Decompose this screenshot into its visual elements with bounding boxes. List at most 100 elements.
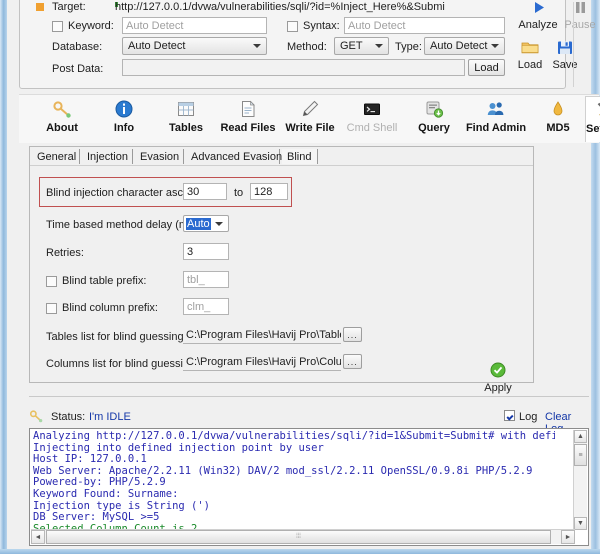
toolbar-item-query[interactable]: Query	[403, 96, 465, 142]
status-divider	[29, 396, 589, 397]
load-button[interactable]: Load	[512, 40, 548, 71]
log-horizontal-scrollbar[interactable]: ◄ ⦙⦙⦙ ►	[31, 529, 575, 544]
method-select[interactable]: GET	[334, 37, 389, 55]
table-prefix-input[interactable]: tbl_	[183, 271, 229, 288]
log-panel: Analyzing http://127.0.0.1/dvwa/vulnerab…	[29, 428, 589, 546]
green-check-icon	[490, 369, 506, 381]
chevron-down-icon	[375, 44, 383, 48]
toolbar-item-write-file[interactable]: Write File	[279, 96, 341, 142]
log-line: DB Server: MySQL >=5	[33, 511, 159, 523]
post-data-input[interactable]	[122, 59, 465, 76]
columns-list-input[interactable]: C:\Program Files\Havij Pro\Columns.t	[183, 354, 341, 371]
scroll-right-button[interactable]: ►	[561, 530, 575, 544]
havij-window: Target: http://127.0.0.1/dvwa/vulnerabil…	[0, 0, 600, 554]
tab-injection[interactable]: Injection	[82, 149, 133, 164]
keyword-input[interactable]: Auto Detect	[122, 17, 267, 34]
actions-divider	[573, 2, 574, 87]
scroll-left-button[interactable]: ◄	[31, 530, 45, 544]
info-icon	[93, 99, 155, 121]
status-label: Status:	[51, 411, 85, 423]
syntax-label: Syntax:	[303, 20, 340, 32]
tables-list-browse-button[interactable]: ...	[343, 327, 362, 342]
toolbar-label-write-file: Write File	[279, 122, 341, 134]
toolbar-item-info[interactable]: Info	[93, 96, 155, 142]
tab-evasion[interactable]: Evasion	[135, 149, 184, 164]
target-input[interactable]: http://127.0.0.1/dvwa/vulnerabilities/sq…	[112, 0, 445, 15]
target-label: Target:	[52, 1, 86, 13]
apply-button[interactable]: Apply	[473, 362, 523, 394]
toolbar-item-settings[interactable]: Settings	[585, 96, 600, 142]
toolbar-item-md5[interactable]: MD5	[527, 96, 589, 142]
toolbar-item-cmd-shell[interactable]: Cmd Shell	[341, 96, 403, 142]
column-prefix-input[interactable]: clm_	[183, 298, 229, 315]
table-prefix-label: Blind table prefix:	[62, 275, 146, 287]
syntax-input[interactable]: Auto Detect	[344, 17, 505, 34]
pause-icon	[573, 6, 588, 18]
status-bar: Status: I'm IDLE Log Clear Log	[29, 408, 589, 426]
keyword-checkbox[interactable]	[52, 21, 63, 32]
toolbar-item-tables[interactable]: Tables	[155, 96, 217, 142]
ascii-to-input[interactable]: 128	[250, 183, 288, 200]
scroll-thumb-vertical[interactable]: ≡	[574, 444, 587, 466]
window-client-area: Target: http://127.0.0.1/dvwa/vulnerabil…	[7, 0, 591, 549]
drop-icon	[527, 99, 589, 121]
tab-blind[interactable]: Blind	[282, 149, 318, 164]
columns-list-browse-button[interactable]: ...	[343, 354, 362, 369]
tables-list-input[interactable]: C:\Program Files\Havij Pro\Tables.txt	[183, 327, 341, 344]
toolbar-label-find-admin: Find Admin	[465, 122, 527, 134]
delay-label: Time based method delay (ms):	[46, 219, 200, 231]
log-checkbox-label: Log	[519, 411, 537, 423]
delay-select[interactable]: Auto	[183, 215, 229, 232]
window-bottom-edge	[0, 549, 600, 554]
key-icon	[29, 409, 43, 426]
load-label: Load	[512, 59, 548, 71]
retries-input[interactable]: 3	[183, 243, 229, 260]
post-data-load-button[interactable]: Load	[468, 59, 505, 76]
type-select[interactable]: Auto Detect	[424, 37, 505, 55]
scroll-thumb-horizontal[interactable]: ⦙⦙⦙	[46, 530, 551, 544]
chevron-down-icon	[491, 44, 499, 48]
toolbar-item-read-files[interactable]: Read Files	[217, 96, 279, 142]
log-line: Injection type is String (')	[33, 500, 210, 512]
syntax-checkbox[interactable]	[287, 21, 298, 32]
type-select-value: Auto Detect	[430, 40, 487, 52]
play-icon	[531, 6, 546, 18]
toolbar-label-about: About	[31, 122, 93, 134]
column-prefix-checkbox[interactable]	[46, 303, 57, 314]
pause-button[interactable]: Pause	[557, 0, 600, 31]
main-toolbar: About Info	[19, 94, 599, 143]
save-button[interactable]: Save	[547, 40, 583, 71]
status-value: I'm IDLE	[89, 411, 131, 423]
log-line: Injecting into defined injection point b…	[33, 442, 324, 454]
post-data-label: Post Data:	[52, 63, 103, 75]
ascii-from-input[interactable]: 30	[183, 183, 227, 200]
columns-list-label: Columns list for blind guessing:	[46, 358, 198, 370]
scroll-down-button[interactable]: ▼	[574, 517, 587, 530]
log-line: Keyword Found: Surname:	[33, 488, 178, 500]
toolbar-label-read-files: Read Files	[217, 122, 279, 134]
settings-body-blind: Blind injection character ascii set: 30 …	[30, 166, 533, 381]
tab-advanced-evasion[interactable]: Advanced Evasion	[186, 149, 280, 164]
log-checkbox[interactable]	[504, 410, 515, 421]
pencil-icon	[279, 99, 341, 121]
scroll-up-button[interactable]: ▲	[574, 430, 587, 443]
keyword-label: Keyword:	[68, 20, 114, 32]
database-select[interactable]: Auto Detect	[122, 37, 267, 55]
toolbar-label-cmd-shell: Cmd Shell	[341, 122, 403, 134]
database-label: Database:	[52, 41, 102, 53]
tab-general[interactable]: General	[32, 149, 80, 164]
log-text[interactable]: Analyzing http://127.0.0.1/dvwa/vulnerab…	[33, 431, 555, 531]
toolbar-item-find-admin[interactable]: Find Admin	[465, 96, 527, 142]
target-panel: Target: http://127.0.0.1/dvwa/vulnerabil…	[19, 0, 566, 89]
tables-list-label: Tables list for blind guessing:	[46, 331, 187, 343]
chevron-down-icon	[253, 44, 261, 48]
log-vertical-scrollbar[interactable]: ▲ ≡ ▼	[573, 430, 587, 530]
database-select-value: Auto Detect	[128, 40, 185, 52]
toolbar-item-about[interactable]: About	[31, 96, 93, 142]
method-label: Method:	[287, 41, 327, 53]
save-label: Save	[547, 59, 583, 71]
window-left-edge	[0, 0, 7, 554]
users-icon	[465, 99, 527, 121]
table-prefix-checkbox[interactable]	[46, 276, 57, 287]
analyze-button[interactable]: Analyze	[515, 0, 561, 31]
